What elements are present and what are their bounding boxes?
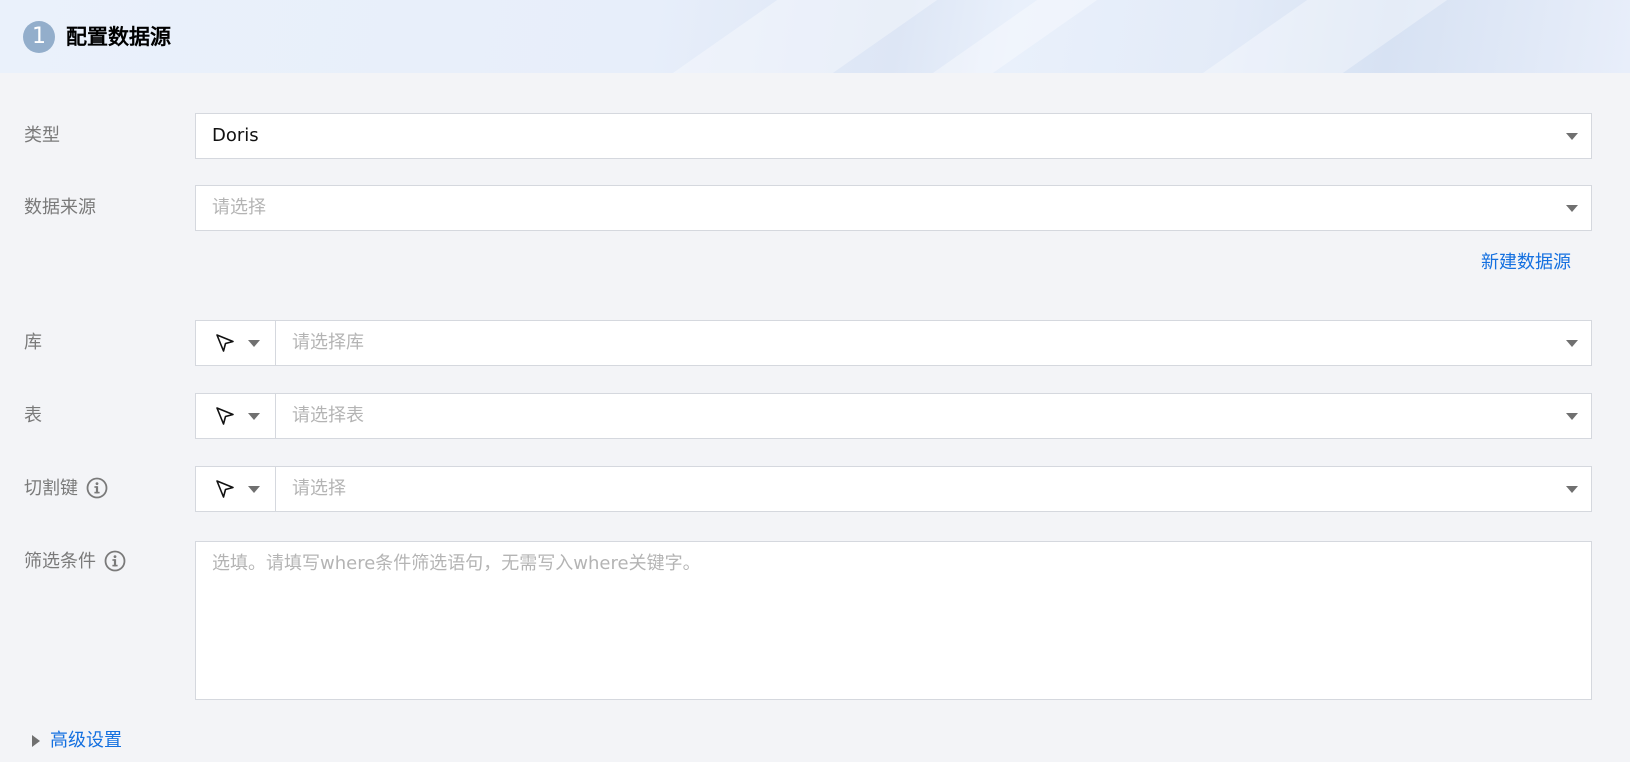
datasource-select[interactable]: 请选择 xyxy=(195,185,1592,231)
split-key-label-text: 切割键 xyxy=(24,478,78,499)
table-mode-select[interactable] xyxy=(196,394,276,438)
pointer-icon xyxy=(216,334,234,352)
chevron-down-icon xyxy=(1566,133,1578,140)
chevron-down-icon xyxy=(1566,340,1578,347)
database-select[interactable]: 请选择库 xyxy=(195,320,1592,366)
step-number-badge: 1 xyxy=(23,21,55,53)
split-key-select-placeholder: 请选择 xyxy=(292,478,346,499)
filter-label-text: 筛选条件 xyxy=(24,551,96,572)
type-select[interactable]: Doris xyxy=(195,113,1592,159)
chevron-down-icon xyxy=(248,486,260,493)
info-icon[interactable] xyxy=(86,477,108,499)
pointer-icon xyxy=(216,407,234,425)
table-select-placeholder: 请选择表 xyxy=(292,405,364,426)
filter-textarea[interactable]: 选填。请填写where条件筛选语句，无需写入where关键字。 xyxy=(195,541,1592,700)
pointer-icon xyxy=(216,480,234,498)
filter-textarea-placeholder: 选填。请填写where条件筛选语句，无需写入where关键字。 xyxy=(212,553,701,574)
section-title: 配置数据源 xyxy=(66,25,171,49)
split-key-mode-select[interactable] xyxy=(196,467,276,511)
chevron-down-icon xyxy=(248,340,260,347)
section-header: 1 配置数据源 xyxy=(0,0,1630,73)
datasource-select-placeholder: 请选择 xyxy=(212,197,266,218)
advanced-settings-link[interactable]: 高级设置 xyxy=(50,729,122,753)
split-key-label: 切割键 xyxy=(24,477,108,501)
chevron-down-icon xyxy=(1566,205,1578,212)
caret-right-icon xyxy=(32,735,40,747)
table-select[interactable]: 请选择表 xyxy=(195,393,1592,439)
split-key-select[interactable]: 请选择 xyxy=(195,466,1592,512)
table-label: 表 xyxy=(24,405,42,426)
info-icon[interactable] xyxy=(104,550,126,572)
datasource-label: 数据来源 xyxy=(24,197,96,218)
chevron-down-icon xyxy=(1566,486,1578,493)
chevron-down-icon xyxy=(248,413,260,420)
new-datasource-link[interactable]: 新建数据源 xyxy=(1481,251,1571,275)
filter-label: 筛选条件 xyxy=(24,550,126,574)
type-select-value: Doris xyxy=(212,125,259,146)
type-label: 类型 xyxy=(24,125,60,146)
database-select-placeholder: 请选择库 xyxy=(292,332,364,353)
database-label: 库 xyxy=(24,332,42,353)
chevron-down-icon xyxy=(1566,413,1578,420)
database-mode-select[interactable] xyxy=(196,321,276,365)
